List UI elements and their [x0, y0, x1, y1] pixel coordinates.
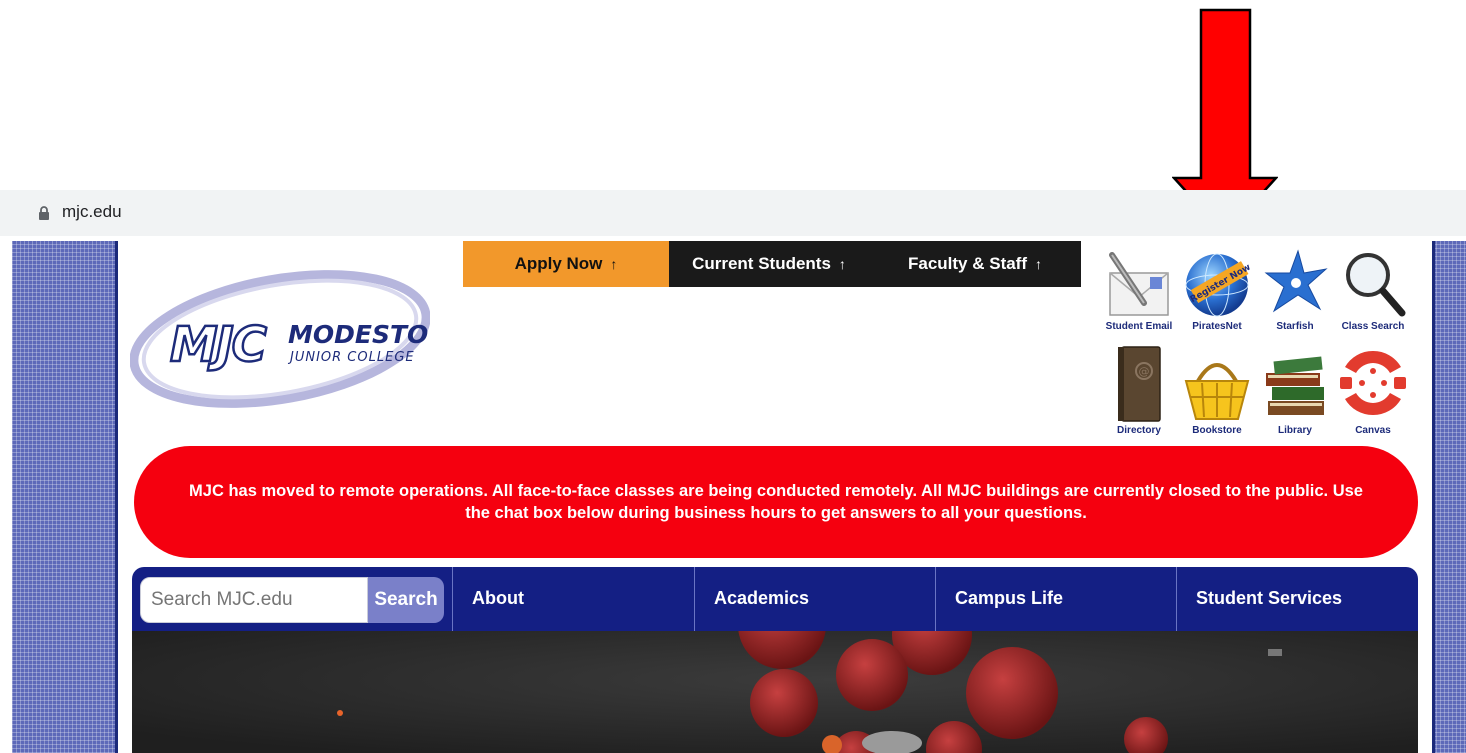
alert-text: MJC has moved to remote operations. All …	[189, 482, 1363, 522]
up-arrow-icon: ↑	[838, 256, 846, 272]
left-background-pattern	[12, 241, 118, 753]
tab-label: Apply Now	[514, 254, 603, 273]
logo-subtitle: JUNIOR COLLEGE	[287, 350, 415, 365]
quicklink-label: Bookstore	[1192, 425, 1242, 436]
quicklink-starfish[interactable]: Starfish	[1256, 247, 1334, 332]
quicklink-label: Directory	[1117, 425, 1161, 436]
quicklink-class-search[interactable]: Class Search	[1334, 247, 1412, 332]
url-text[interactable]: mjc.edu	[62, 202, 122, 222]
quicklink-library[interactable]: Library	[1256, 343, 1334, 436]
page-container: MJC MODESTO JUNIOR COLLEGE Apply Now ↑ Cu…	[118, 241, 1432, 753]
quicklink-directory[interactable]: @ Directory	[1100, 343, 1178, 436]
register-now-globe-icon: Register Now	[1185, 253, 1253, 317]
logo-title: MODESTO	[288, 320, 428, 349]
quicklink-student-email[interactable]: Student Email	[1100, 247, 1178, 332]
svg-text:@: @	[1139, 365, 1150, 378]
tab-apply-now[interactable]: Apply Now ↑	[463, 241, 669, 287]
address-book-icon: @	[1118, 346, 1161, 422]
quicklink-label: Student Email	[1105, 321, 1173, 332]
quicklink-label: Starfish	[1276, 321, 1314, 332]
main-navigation: Search About Academics Campus Life Stude…	[132, 567, 1418, 631]
up-arrow-icon: ↑	[1035, 256, 1043, 272]
mjc-logo-mark: MJC	[170, 317, 267, 373]
site-search-input[interactable]	[140, 577, 368, 623]
quicklink-label: Class Search	[1341, 321, 1405, 332]
up-arrow-icon: ↑	[610, 256, 618, 272]
quicklink-label: PiratesNet	[1192, 321, 1242, 332]
magnifier-icon	[1346, 253, 1406, 317]
nav-item-academics[interactable]: Academics	[694, 567, 935, 631]
starfish-icon	[1264, 249, 1328, 313]
tab-current-students[interactable]: Current Students ↑	[669, 241, 869, 287]
shopping-basket-icon	[1184, 363, 1250, 420]
books-icon	[1266, 356, 1324, 415]
quicklink-bookstore[interactable]: Bookstore	[1178, 343, 1256, 436]
virus-illustration	[132, 631, 1418, 753]
tab-label: Faculty & Staff	[907, 254, 1028, 273]
tab-label: Current Students	[692, 254, 831, 273]
nav-item-campus-life[interactable]: Campus Life	[935, 567, 1176, 631]
search-button[interactable]: Search	[368, 577, 444, 623]
quicklink-label: Canvas	[1355, 425, 1391, 436]
hero-image	[132, 631, 1418, 753]
mjc-logo[interactable]: MJC MODESTO JUNIOR COLLEGE	[129, 263, 431, 418]
right-page-edge	[1432, 241, 1435, 753]
tab-faculty-staff[interactable]: Faculty & Staff ↑	[869, 241, 1081, 287]
browser-address-bar[interactable]: mjc.edu	[0, 190, 1466, 236]
audience-tabs: Apply Now ↑ Current Students ↑ Faculty & S…	[463, 241, 1081, 287]
canvas-logo-icon	[1340, 350, 1406, 416]
nav-item-about[interactable]: About	[452, 567, 694, 631]
quicklink-canvas[interactable]: Canvas	[1334, 343, 1412, 436]
quicklink-piratesnet[interactable]: Register Now PiratesNet	[1178, 247, 1256, 332]
right-background-pattern	[1432, 241, 1466, 753]
remote-operations-alert: MJC has moved to remote operations. All …	[134, 446, 1418, 558]
lock-icon	[39, 206, 49, 220]
quicklink-label: Library	[1278, 425, 1312, 436]
envelope-pen-icon	[1109, 252, 1169, 316]
nav-item-student-services[interactable]: Student Services	[1176, 567, 1418, 631]
